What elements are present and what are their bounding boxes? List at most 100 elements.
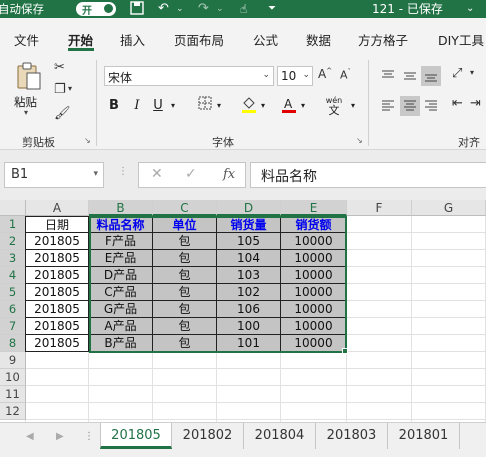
undo-dropdown-icon[interactable]: ⌄ [176, 0, 184, 18]
sheet-tab-201805[interactable]: 201805 [100, 423, 172, 449]
table-cell[interactable]: 包 [153, 250, 217, 267]
table-cell[interactable]: 201805 [25, 267, 89, 284]
copy-dropdown-icon[interactable]: ▾ [68, 84, 72, 93]
header-cell-b[interactable]: 料品名称 [89, 216, 153, 233]
tab-page-layout[interactable]: 页面布局 [174, 30, 224, 49]
insert-function-icon[interactable]: fx [223, 167, 235, 182]
decrease-font-icon[interactable]: Aˇ [340, 68, 351, 82]
borders-icon[interactable] [196, 96, 214, 116]
formula-bar-grip-icon[interactable]: ⋮ [118, 166, 128, 177]
fill-color-dropdown-icon[interactable]: ▾ [258, 96, 268, 116]
next-sheet-icon[interactable]: ▶ [56, 431, 64, 442]
table-cell[interactable]: B产品 [89, 335, 153, 352]
row-header-10[interactable]: 10 [0, 369, 26, 386]
underline-dropdown-icon[interactable]: ▾ [168, 96, 178, 116]
table-cell[interactable]: 101 [217, 335, 281, 352]
table-cell[interactable]: G产品 [89, 301, 153, 318]
name-box[interactable]: B1 ▾ [4, 162, 104, 188]
fill-color-icon[interactable] [240, 96, 258, 116]
row-header-5[interactable]: 5 [0, 284, 26, 301]
format-painter-icon[interactable]: 🖌 [54, 106, 71, 121]
increase-font-icon[interactable]: A^ [318, 67, 332, 81]
orientation-icon[interactable]: ⤢ [452, 66, 462, 81]
tab-insert[interactable]: 插入 [120, 30, 145, 49]
font-launcher-icon[interactable]: ↘ [356, 136, 363, 145]
phonetic-guide-icon[interactable]: wén 文 [322, 96, 346, 116]
table-cell[interactable]: 10000 [281, 267, 347, 284]
align-right-icon[interactable] [421, 96, 441, 116]
header-cell-a[interactable]: 日期 [25, 216, 89, 233]
table-cell[interactable]: 201805 [25, 233, 89, 250]
row-header-9[interactable]: 9 [0, 352, 26, 369]
orientation-dropdown-icon[interactable]: ▾ [470, 68, 474, 77]
column-header-b[interactable]: B [89, 200, 153, 216]
column-header-a[interactable]: A [26, 200, 89, 216]
column-header-c[interactable]: C [153, 200, 217, 216]
header-cell-e[interactable]: 销货额 [281, 216, 347, 233]
row-header-1[interactable]: 1 [0, 216, 26, 233]
table-cell[interactable]: F产品 [89, 233, 153, 250]
table-cell[interactable]: 201805 [25, 301, 89, 318]
column-header-d[interactable]: D [217, 200, 281, 216]
fill-handle[interactable] [342, 348, 348, 354]
clipboard-launcher-icon[interactable]: ↘ [84, 136, 91, 145]
table-cell[interactable]: 包 [153, 301, 217, 318]
row-header-12[interactable]: 12 [0, 403, 26, 420]
row-header-4[interactable]: 4 [0, 267, 26, 284]
redo-dropdown-icon[interactable]: ⌄ [216, 0, 224, 18]
tab-grip-icon[interactable]: ⋮ [84, 431, 94, 442]
align-left-icon[interactable] [378, 96, 398, 116]
paste-icon[interactable] [15, 62, 43, 92]
table-cell[interactable]: 103 [217, 267, 281, 284]
table-cell[interactable]: 10000 [281, 318, 347, 335]
sheet-tab-201801[interactable]: 201801 [388, 423, 460, 449]
underline-button[interactable]: U [150, 96, 166, 116]
increase-indent-icon[interactable]: ⇥ [470, 96, 481, 111]
title-chevron-icon[interactable]: ⌄ [466, 0, 474, 18]
formula-input[interactable]: 料品名称 [250, 162, 486, 188]
table-cell[interactable]: 201805 [25, 318, 89, 335]
tab-file[interactable]: 文件 [14, 30, 39, 49]
undo-icon[interactable]: ↶ [158, 0, 169, 18]
prev-sheet-icon[interactable]: ◀ [26, 431, 34, 442]
table-cell[interactable]: 105 [217, 233, 281, 250]
spreadsheet-grid[interactable]: A B C D E F G 1 2 3 4 5 6 7 8 9 10 11 12 日期 料品名称 单位 销货量 销货额 2018… [0, 200, 486, 422]
tab-fangfangezi[interactable]: 方方格子 [358, 30, 408, 49]
tab-home[interactable]: 开始 [68, 30, 93, 49]
row-header-11[interactable]: 11 [0, 386, 26, 403]
customize-qat-icon[interactable]: ⏷ [268, 0, 276, 18]
tab-formulas[interactable]: 公式 [253, 30, 278, 49]
table-cell[interactable]: 10000 [281, 335, 347, 352]
sheet-tab-201802[interactable]: 201802 [172, 423, 244, 449]
row-header-6[interactable]: 6 [0, 301, 26, 318]
tab-diy-tools[interactable]: DIY工具 [438, 30, 484, 49]
paste-dropdown-icon[interactable]: ▾ [24, 108, 28, 117]
table-cell[interactable]: 包 [153, 284, 217, 301]
align-top-icon[interactable] [378, 66, 398, 86]
select-all-corner[interactable] [0, 200, 26, 216]
font-color-icon[interactable]: A [280, 96, 298, 116]
font-name-select[interactable]: 宋体 ⌄ [104, 66, 274, 86]
confirm-entry-icon[interactable]: ✓ [185, 166, 197, 182]
table-cell[interactable]: A产品 [89, 318, 153, 335]
table-cell[interactable]: 106 [217, 301, 281, 318]
bold-button[interactable]: B [106, 96, 122, 116]
table-cell[interactable]: 102 [217, 284, 281, 301]
table-cell[interactable]: 201805 [25, 250, 89, 267]
table-cell[interactable]: 10000 [281, 250, 347, 267]
row-header-2[interactable]: 2 [0, 233, 26, 250]
sheet-tab-201803[interactable]: 201803 [316, 423, 388, 449]
sheet-tab-201804[interactable]: 201804 [244, 423, 316, 449]
table-cell[interactable]: C产品 [89, 284, 153, 301]
table-cell[interactable]: 104 [217, 250, 281, 267]
header-cell-c[interactable]: 单位 [153, 216, 217, 233]
column-header-e[interactable]: E [281, 200, 347, 216]
row-header-8[interactable]: 8 [0, 335, 26, 352]
touch-mode-icon[interactable]: ☝ [240, 0, 247, 18]
redo-icon[interactable]: ↷ [198, 0, 209, 18]
table-cell[interactable]: E产品 [89, 250, 153, 267]
table-cell[interactable]: 10000 [281, 301, 347, 318]
autosave-toggle[interactable]: 开 [76, 2, 116, 17]
table-cell[interactable]: 201805 [25, 284, 89, 301]
table-cell[interactable]: 包 [153, 267, 217, 284]
